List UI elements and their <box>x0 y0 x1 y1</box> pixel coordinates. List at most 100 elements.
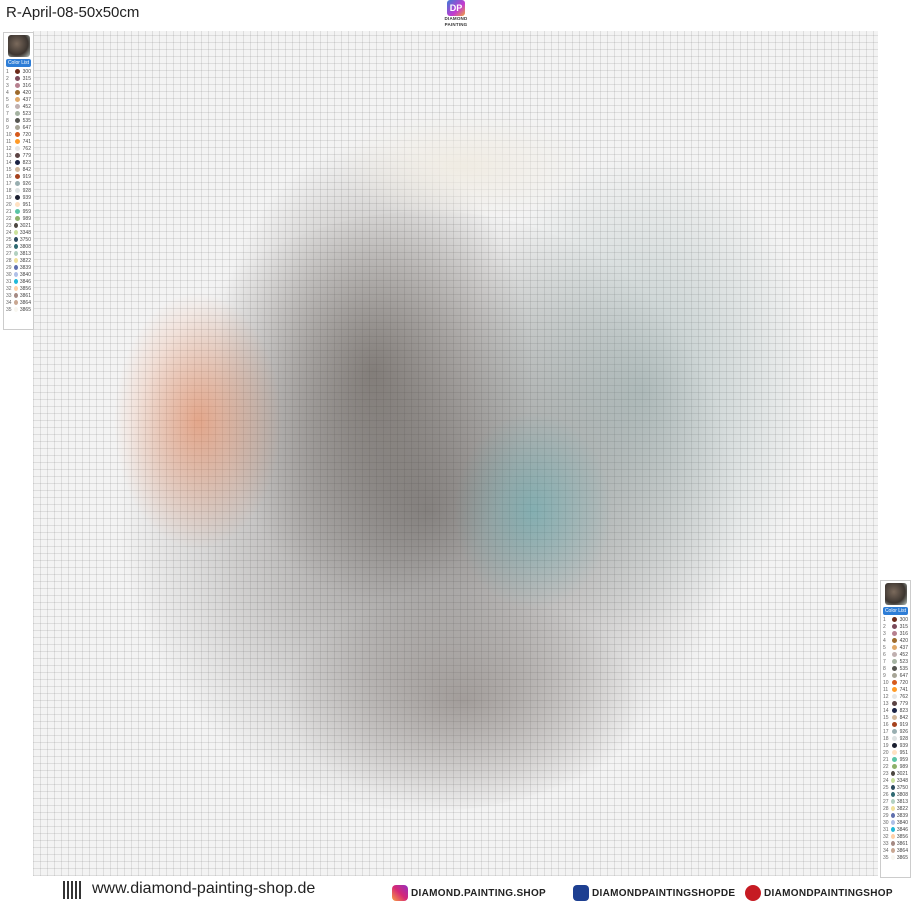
legend-swatch <box>13 223 18 228</box>
legend-row: 34 3864 <box>881 847 910 854</box>
legend-code: 3813 <box>896 798 908 805</box>
legend-code: 919 <box>22 173 31 180</box>
legend-row: 16 919 <box>881 721 910 728</box>
legend-swatch <box>892 687 897 692</box>
pattern-shape-orange <box>113 291 283 551</box>
legend-swatch <box>15 111 20 116</box>
legend-code: 316 <box>22 82 31 89</box>
legend-swatch <box>892 624 897 629</box>
legend-number: 9 <box>6 124 9 131</box>
legend-number: 12 <box>6 145 12 152</box>
legend-swatch <box>890 834 895 839</box>
facebook-handle: DIAMONDPAINTINGSHOPDE <box>592 887 736 899</box>
legend-row: 32 3856 <box>881 833 910 840</box>
legend-swatch <box>15 160 20 165</box>
legend-row: 6 452 <box>4 103 33 110</box>
legend-row: 14 823 <box>881 707 910 714</box>
legend-number: 25 <box>883 784 889 791</box>
legend-number: 18 <box>6 187 12 194</box>
legend-row: 16 919 <box>4 173 33 180</box>
legend-number: 21 <box>6 208 12 215</box>
legend-swatch <box>892 757 897 762</box>
legend-code: 535 <box>899 665 908 672</box>
legend-swatch <box>13 230 18 235</box>
legend-row: 15 842 <box>4 166 33 173</box>
legend-swatch <box>15 146 20 151</box>
legend-swatch <box>890 855 895 860</box>
legend-code: 762 <box>22 145 31 152</box>
legend-number: 26 <box>6 243 12 250</box>
legend-number: 29 <box>6 264 12 271</box>
legend-number: 8 <box>6 117 9 124</box>
legend-swatch <box>892 631 897 636</box>
legend-row: 3 316 <box>4 82 33 89</box>
legend-row: 35 3865 <box>881 854 910 861</box>
legend-swatch <box>890 848 895 853</box>
legend-number: 23 <box>883 770 889 777</box>
legend-number: 24 <box>6 229 12 236</box>
legend-code: 523 <box>22 110 31 117</box>
legend-row: 26 3808 <box>4 243 33 250</box>
legend-number: 30 <box>6 271 12 278</box>
legend-number: 13 <box>883 700 889 707</box>
legend-code: 842 <box>899 714 908 721</box>
legend-swatch <box>15 132 20 137</box>
legend-number: 35 <box>6 306 12 313</box>
legend-number: 31 <box>6 278 12 285</box>
legend-number: 8 <box>883 665 886 672</box>
legend-code: 926 <box>899 728 908 735</box>
legend-code: 452 <box>899 651 908 658</box>
legend-code: 3840 <box>896 819 908 826</box>
legend-code: 989 <box>899 763 908 770</box>
legend-number: 15 <box>6 166 12 173</box>
legend-swatch <box>890 785 895 790</box>
legend-swatch <box>15 69 20 74</box>
legend-row: 7 523 <box>4 110 33 117</box>
legend-row: 28 3822 <box>4 257 33 264</box>
legend-swatch <box>890 813 895 818</box>
legend-code: 420 <box>899 637 908 644</box>
legend-swatch <box>15 118 20 123</box>
preview-thumbnail <box>7 35 30 57</box>
legend-swatch <box>15 104 20 109</box>
instagram-icon <box>392 885 408 901</box>
legend-code: 3750 <box>896 784 908 791</box>
instagram-link[interactable]: DIAMOND.PAINTING.SHOP <box>392 885 546 901</box>
legend-row: 2 315 <box>4 75 33 82</box>
legend-number: 13 <box>6 152 12 159</box>
legend-code: 3348 <box>19 229 31 236</box>
legend-row: 20 951 <box>4 201 33 208</box>
legend-row: 25 3750 <box>881 784 910 791</box>
legend-row: 22 989 <box>4 215 33 222</box>
legend-row: 13 779 <box>881 700 910 707</box>
legend-row: 4 420 <box>4 89 33 96</box>
legend-code: 3846 <box>896 826 908 833</box>
legend-swatch <box>890 841 895 846</box>
website-link[interactable]: www.diamond-painting-shop.de <box>92 880 315 898</box>
legend-number: 34 <box>6 299 12 306</box>
legend-swatch <box>13 237 18 242</box>
logo-text: DIAMOND PAINTING <box>444 16 468 27</box>
legend-code: 437 <box>899 644 908 651</box>
legend-swatch <box>892 708 897 713</box>
legend-row: 10 720 <box>4 131 33 138</box>
legend-swatch <box>15 76 20 81</box>
legend-row: 24 3348 <box>4 229 33 236</box>
legend-number: 10 <box>883 679 889 686</box>
legend-number: 4 <box>6 89 9 96</box>
legend-code: 779 <box>22 152 31 159</box>
legend-number: 34 <box>883 847 889 854</box>
legend-number: 16 <box>883 721 889 728</box>
legend-number: 28 <box>6 257 12 264</box>
legend-row: 3 316 <box>881 630 910 637</box>
legend-code: 535 <box>22 117 31 124</box>
facebook-link[interactable]: DIAMONDPAINTINGSHOPDE <box>573 885 735 901</box>
legend-number: 27 <box>883 798 889 805</box>
preview-thumbnail <box>884 583 907 605</box>
legend-code: 842 <box>22 166 31 173</box>
legend-row: 8 535 <box>881 665 910 672</box>
legend-code: 741 <box>22 138 31 145</box>
pinterest-link[interactable]: DIAMONDPAINTINGSHOP <box>745 885 893 901</box>
color-legend-right: Color List 1 300 2 315 3 316 4 420 5 437 6 452 7 523 8… <box>880 580 911 878</box>
legend-row: 18 928 <box>4 187 33 194</box>
